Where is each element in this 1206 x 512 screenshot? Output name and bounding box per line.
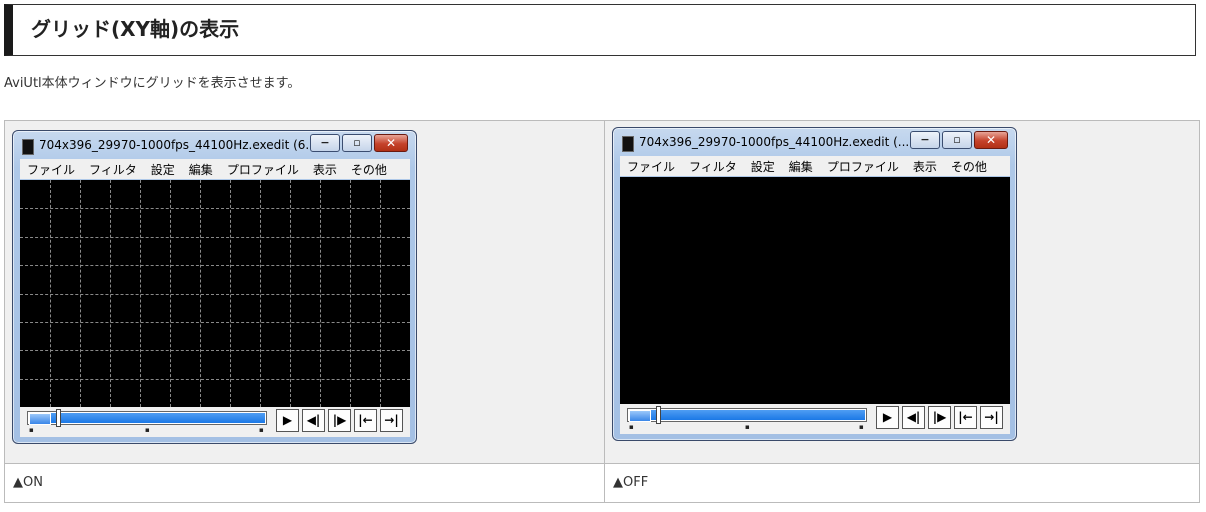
close-icon: ✕ (985, 133, 997, 147)
play-button[interactable]: ▶ (876, 406, 899, 429)
menu-other[interactable]: その他 (344, 161, 394, 178)
menu-settings[interactable]: 設定 (744, 158, 782, 175)
window-titlebar[interactable]: 704x396_29970-1000fps_44100Hz.exedit (..… (613, 128, 1016, 156)
maximize-button[interactable]: ▫ (342, 134, 372, 152)
menu-bar: ファイル フィルタ 設定 編集 プロファイル 表示 その他 (620, 156, 1010, 176)
aviutl-window-grid-off: 704x396_29970-1000fps_44100Hz.exedit (..… (612, 127, 1017, 441)
menu-filter[interactable]: フィルタ (82, 161, 144, 178)
menu-view[interactable]: 表示 (906, 158, 944, 175)
next-frame-button[interactable]: |▶ (328, 409, 351, 432)
seek-thumb[interactable] (56, 409, 61, 427)
menu-file[interactable]: ファイル (620, 158, 682, 175)
last-frame-button[interactable]: →| (980, 406, 1003, 429)
grid-line-horizontal (20, 379, 410, 380)
seek-thumb[interactable] (656, 406, 661, 424)
minimize-button[interactable]: − (310, 134, 340, 152)
grid-line-horizontal (20, 208, 410, 209)
close-button[interactable]: ✕ (974, 131, 1008, 149)
maximize-button[interactable]: ▫ (942, 131, 972, 149)
next-frame-button[interactable]: |▶ (928, 406, 951, 429)
caption-cell-off: ▲OFF (605, 464, 1199, 502)
close-button[interactable]: ✕ (374, 134, 408, 152)
section-description: AviUtl本体ウィンドウにグリッドを表示させます。 (4, 76, 301, 91)
close-icon: ✕ (385, 136, 397, 150)
maximize-icon: ▫ (953, 133, 961, 146)
play-icon: ▶ (282, 413, 293, 427)
aviutl-window-grid-on: 704x396_29970-1000fps_44100Hz.exedit (6.… (12, 130, 417, 444)
last-frame-icon: →| (984, 410, 999, 424)
seek-start-marker (629, 410, 651, 422)
first-frame-icon: |← (358, 413, 373, 427)
maximize-icon: ▫ (353, 136, 361, 149)
seek-bar-fill (29, 413, 265, 423)
prev-frame-icon: ◀| (306, 413, 321, 427)
tick-mark: ▪ (859, 423, 864, 431)
app-icon (22, 139, 34, 155)
seek-ticks: ▪ ▪ ▪ (627, 423, 867, 432)
seek-start-marker (29, 413, 51, 425)
preview-screen-no-grid[interactable] (620, 177, 1010, 404)
table-divider-vertical (604, 121, 605, 502)
menu-file[interactable]: ファイル (20, 161, 82, 178)
tick-mark: ▪ (745, 423, 750, 431)
menu-edit[interactable]: 編集 (782, 158, 820, 175)
caption-on: ▲ON (13, 475, 43, 490)
menu-bar: ファイル フィルタ 設定 編集 プロファイル 表示 その他 (20, 159, 410, 179)
first-frame-button[interactable]: |← (354, 409, 377, 432)
seek-ticks: ▪ ▪ ▪ (27, 426, 267, 435)
play-icon: ▶ (882, 410, 893, 424)
menu-filter[interactable]: フィルタ (682, 158, 744, 175)
last-frame-button[interactable]: →| (380, 409, 403, 432)
tick-mark: ▪ (29, 426, 34, 434)
next-frame-icon: |▶ (932, 410, 947, 424)
prev-frame-button[interactable]: ◀| (302, 409, 325, 432)
menu-other[interactable]: その他 (944, 158, 994, 175)
menu-profile[interactable]: プロファイル (220, 161, 306, 178)
playback-controls: ▪ ▪ ▪ ▶ ◀| |▶ |← →| (620, 404, 1010, 434)
prev-frame-icon: ◀| (906, 410, 921, 424)
comparison-table: ▲ON ▲OFF 704x396_29970-1000fps_44100Hz.e… (4, 120, 1200, 503)
window-titlebar[interactable]: 704x396_29970-1000fps_44100Hz.exedit (6.… (13, 131, 416, 159)
first-frame-button[interactable]: |← (954, 406, 977, 429)
prev-frame-button[interactable]: ◀| (902, 406, 925, 429)
grid-line-horizontal (20, 294, 410, 295)
last-frame-icon: →| (384, 413, 399, 427)
preview-screen-grid[interactable] (20, 180, 410, 407)
menu-settings[interactable]: 設定 (144, 161, 182, 178)
minimize-icon: − (920, 133, 930, 146)
menu-view[interactable]: 表示 (306, 161, 344, 178)
section-title: グリッド(XY軸)の表示 (31, 17, 240, 41)
window-title: 704x396_29970-1000fps_44100Hz.exedit (..… (639, 135, 910, 149)
minimize-button[interactable]: − (910, 131, 940, 149)
seek-bar[interactable] (27, 409, 267, 427)
playback-controls: ▪ ▪ ▪ ▶ ◀| |▶ |← →| (20, 407, 410, 437)
play-button[interactable]: ▶ (276, 409, 299, 432)
first-frame-icon: |← (958, 410, 973, 424)
tick-mark: ▪ (145, 426, 150, 434)
grid-line-horizontal (20, 265, 410, 266)
grid-line-horizontal (20, 322, 410, 323)
seek-bar[interactable] (627, 406, 867, 424)
caption-cell-on: ▲ON (5, 464, 604, 502)
tick-mark: ▪ (629, 423, 634, 431)
grid-line-horizontal (20, 237, 410, 238)
grid-line-horizontal (20, 350, 410, 351)
table-divider-horizontal (5, 463, 1199, 464)
section-heading: グリッド(XY軸)の表示 (4, 4, 1196, 56)
seek-bar-fill (629, 410, 865, 420)
menu-edit[interactable]: 編集 (182, 161, 220, 178)
app-icon (622, 136, 634, 152)
tick-mark: ▪ (259, 426, 264, 434)
caption-off: ▲OFF (613, 475, 649, 490)
menu-profile[interactable]: プロファイル (820, 158, 906, 175)
next-frame-icon: |▶ (332, 413, 347, 427)
window-title: 704x396_29970-1000fps_44100Hz.exedit (6.… (39, 138, 311, 152)
minimize-icon: − (320, 136, 330, 149)
